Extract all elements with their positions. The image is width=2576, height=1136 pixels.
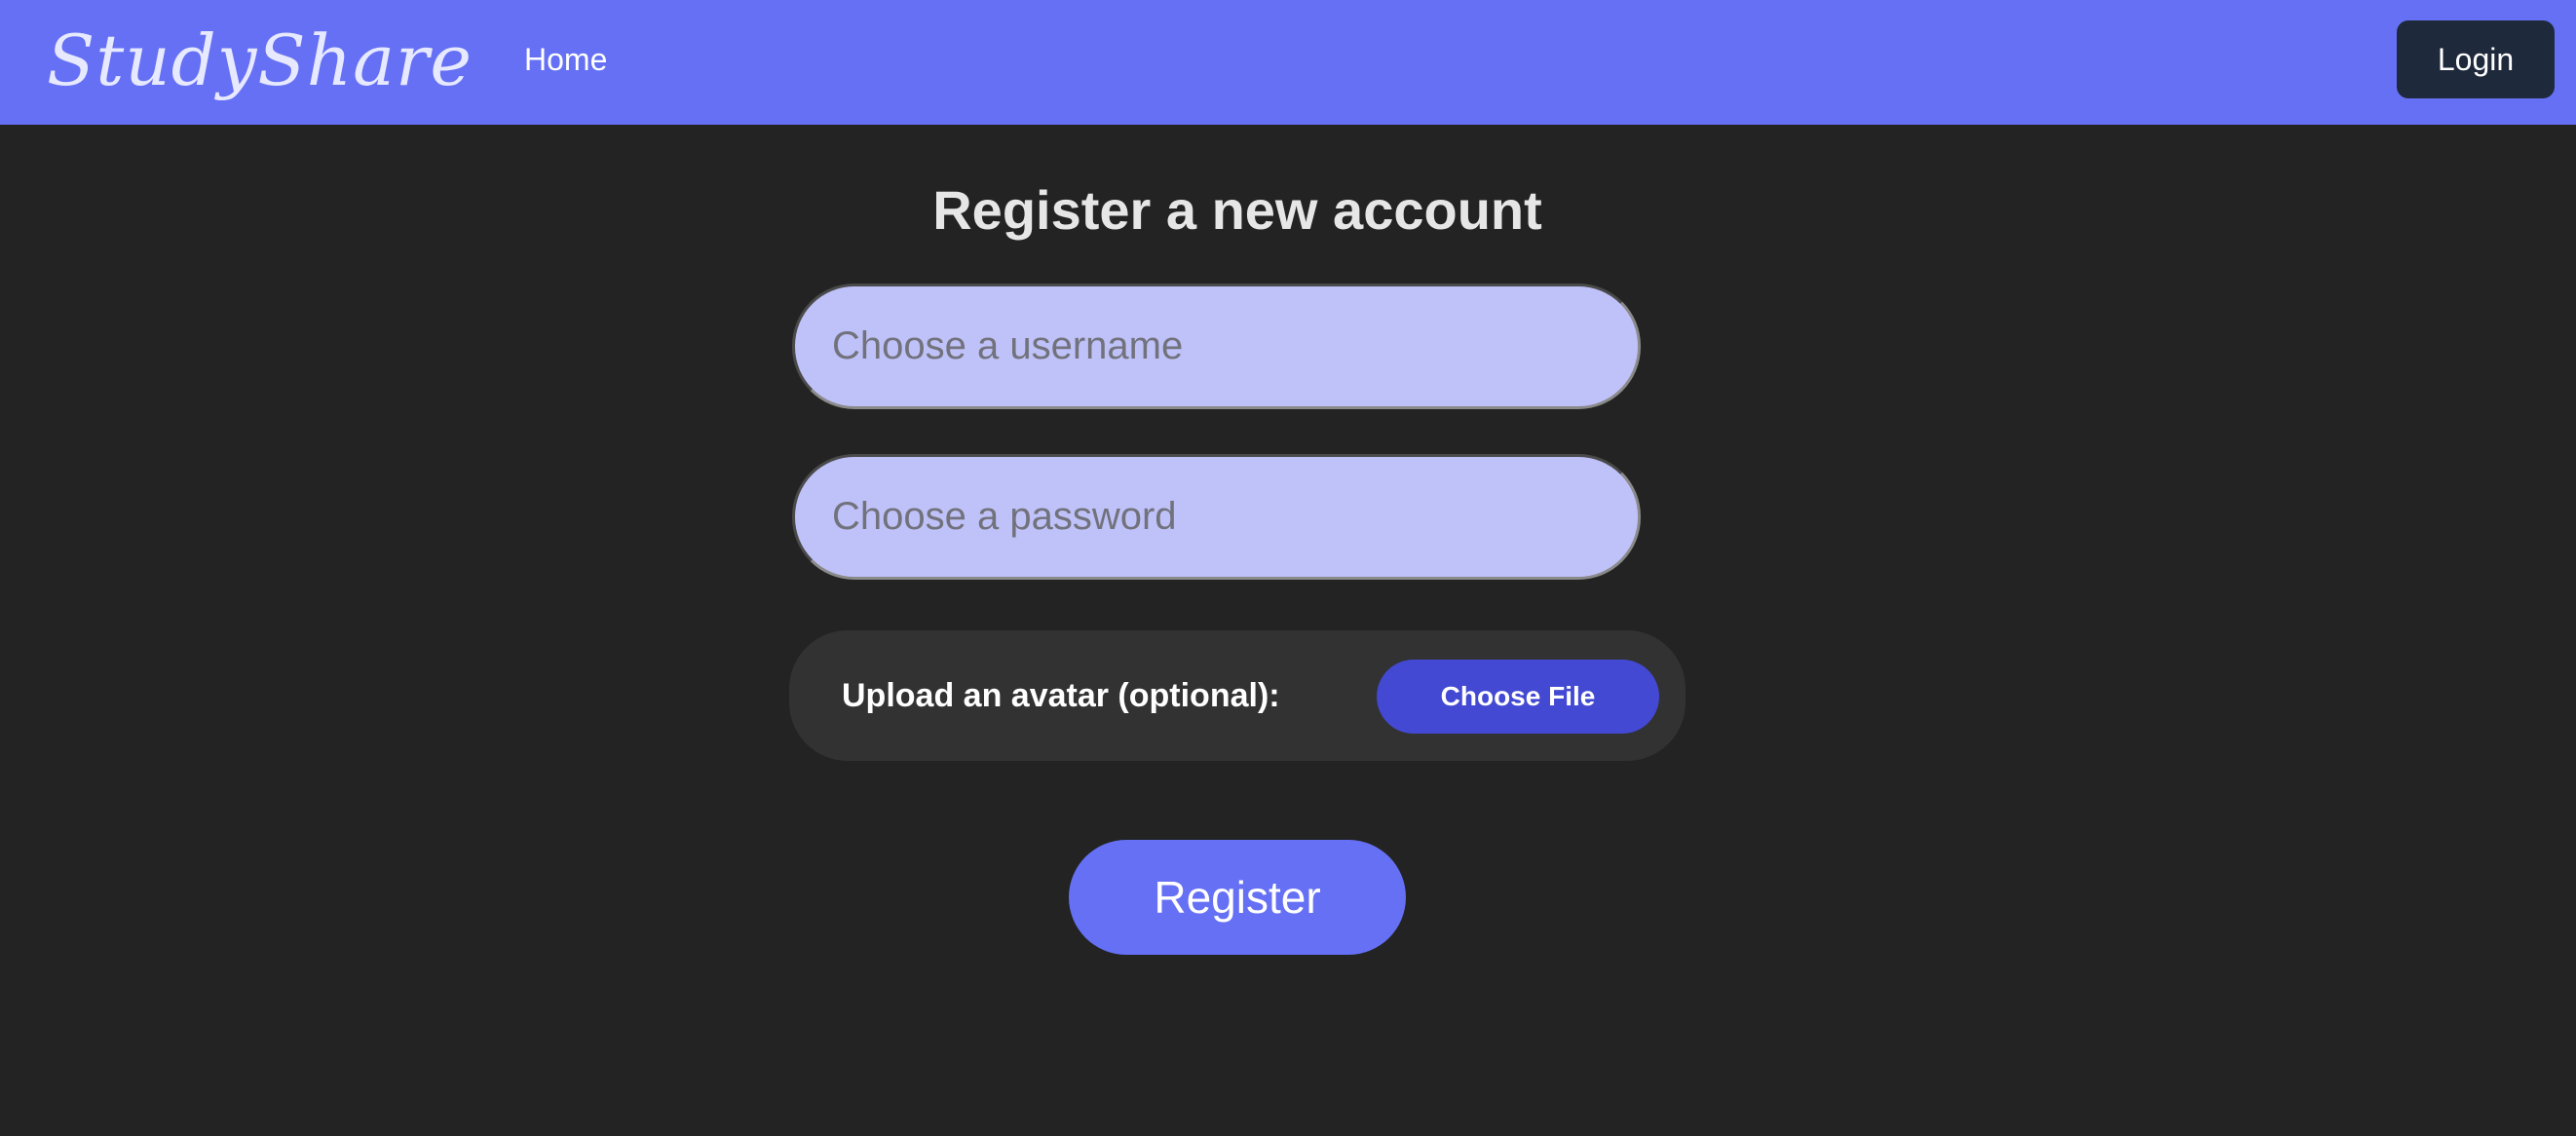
register-button[interactable]: Register (1069, 840, 1406, 955)
username-input[interactable] (792, 284, 1641, 409)
navbar: StudyShare Home Login (0, 0, 2576, 125)
avatar-upload-section: Upload an avatar (optional): Choose File (789, 630, 1686, 761)
login-button[interactable]: Login (2397, 20, 2555, 98)
avatar-upload-label: Upload an avatar (optional): (842, 677, 1280, 714)
nav-link-home[interactable]: Home (524, 39, 607, 80)
page-title: Register a new account (932, 179, 1542, 241)
choose-file-button[interactable]: Choose File (1377, 660, 1659, 734)
logo[interactable]: StudyShare (47, 14, 473, 107)
password-input[interactable] (792, 454, 1641, 580)
